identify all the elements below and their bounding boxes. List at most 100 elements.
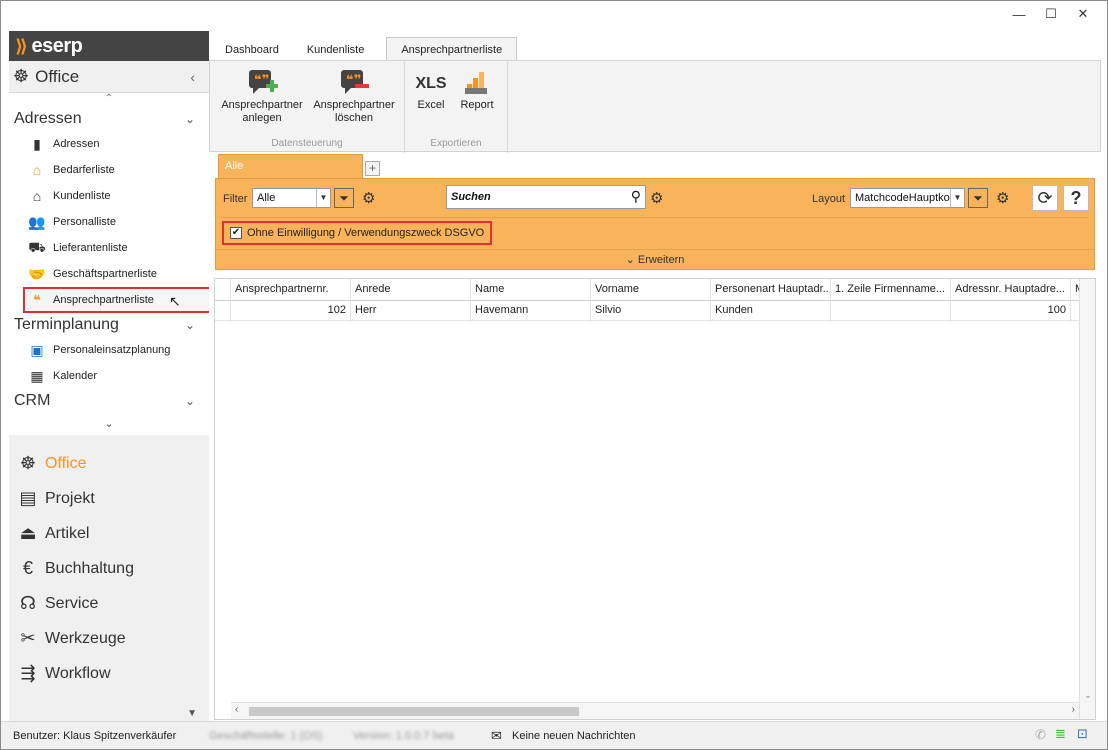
network-icon[interactable]: ⊡ [1077, 726, 1088, 742]
cell-adressnr: 100 [951, 301, 1071, 322]
sidebar-item-label: Adressen [53, 138, 100, 150]
mouse-cursor-icon: ↖ [169, 293, 181, 309]
sidebar-item-label: Bedarferliste [53, 164, 115, 176]
close-button[interactable]: ✕ [1067, 5, 1099, 23]
contacts-grid: Ansprechpartnernr. Anrede Name Vorname P… [214, 278, 1096, 720]
sidebar-item-lieferantenliste[interactable]: ⛟ Lieferantenliste [9, 235, 209, 261]
help-button[interactable]: ? [1063, 185, 1089, 211]
sidebar-item-bedarferliste[interactable]: ⌂ Bedarferliste [9, 157, 209, 183]
project-grid-icon: ▤ [19, 488, 37, 508]
euro-icon: € [22, 558, 33, 578]
button-label: Report [460, 99, 494, 111]
tab-kundenliste[interactable]: Kundenliste [293, 39, 379, 61]
layout-select[interactable]: MatchcodeHauptko ▼ [850, 188, 965, 208]
search-input[interactable]: Suchen ⚲ [446, 185, 646, 209]
filter-funnel-button[interactable]: ⏷ [334, 188, 354, 208]
module-artikel[interactable]: ⏏ Artikel [9, 516, 209, 551]
module-office[interactable]: ☸ Office [9, 446, 209, 481]
section-crm[interactable]: CRM ⌄ [9, 389, 209, 413]
chevron-down-icon: ⌄ [625, 254, 635, 266]
status-messages[interactable]: Keine neuen Nachrichten [512, 730, 636, 742]
column-header[interactable]: Ansprechpartnernr. [231, 279, 351, 300]
scroll-down-icon[interactable]: ⌄ [1080, 690, 1095, 701]
scroll-left-icon[interactable]: ‹ [235, 704, 238, 715]
button-label: Excel [417, 99, 445, 111]
module-label: Buchhaltung [45, 559, 134, 577]
section-title: CRM [14, 392, 51, 409]
handshake-icon: 🤝 [28, 265, 46, 282]
phone-icon[interactable]: ✆ [1035, 727, 1046, 743]
delete-contact-button[interactable]: ❝❞ Ansprechpartner löschen [308, 67, 400, 125]
scrollbar-thumb[interactable] [249, 707, 579, 716]
row-indicator-header [215, 279, 231, 300]
search-icon: ⚲ [630, 188, 641, 204]
sidebar-item-label: Personalliste [53, 216, 116, 228]
sidebar-item-kundenliste[interactable]: ⌂ Kundenliste [9, 183, 209, 209]
chevron-down-icon: ⌄ [184, 318, 195, 332]
sidebar-item-personaleinsatzplanung[interactable]: ▣ Personaleinsatzplanung [9, 337, 209, 363]
vertical-scrollbar[interactable]: ⌄ [1079, 279, 1095, 719]
xls-icon: XLS [415, 74, 447, 92]
checkbox-checked-icon[interactable]: ✔ [230, 227, 242, 239]
horizontal-scrollbar[interactable]: ‹ › [231, 702, 1079, 719]
office-header[interactable]: ☸ Office ‹ [9, 61, 209, 93]
scroll-down-icon[interactable]: ⌄ [9, 417, 209, 430]
grid-header: Ansprechpartnernr. Anrede Name Vorname P… [215, 279, 1095, 301]
scroll-up-icon[interactable]: ⌃ [9, 93, 209, 107]
report-button[interactable]: Report [457, 67, 497, 112]
funnel-icon: ⏷ [973, 190, 983, 205]
modules-scroll-down-icon[interactable]: ▼ [9, 708, 209, 719]
module-workflow[interactable]: ⇶ Workflow [9, 656, 209, 691]
ship-wheel-icon: ☸ [19, 453, 37, 473]
scroll-right-icon[interactable]: › [1072, 704, 1075, 715]
row-indicator [215, 301, 231, 322]
tab-ansprechpartnerliste[interactable]: Ansprechpartnerliste [386, 37, 518, 61]
module-werkzeuge[interactable]: ✂ Werkzeuge [9, 621, 209, 656]
sidebar-item-ansprechpartnerliste[interactable]: ❝ Ansprechpartnerliste ↖ [23, 287, 209, 313]
report-chart-icon [465, 72, 487, 94]
house-icon: ⌂ [32, 162, 42, 178]
expand-button[interactable]: ⌄ Erweitern [216, 249, 1094, 269]
column-header[interactable]: Anrede [351, 279, 471, 300]
status-branch: Geschäftsstelle: 1 (OS) [209, 730, 323, 742]
column-header[interactable]: Vorname [591, 279, 711, 300]
house-dark-icon: ⌂ [32, 188, 42, 204]
filter-select[interactable]: Alle ▼ [252, 188, 331, 208]
sidebar-item-adressen[interactable]: ▮ Adressen [9, 131, 209, 157]
layout-funnel-button[interactable]: ⏷ [968, 188, 988, 208]
database-icon[interactable]: ≣ [1055, 726, 1066, 742]
status-bar: Benutzer: Klaus Spitzenverkäufer Geschäf… [1, 721, 1107, 749]
layout-settings-gear-icon[interactable]: ⚙ [996, 189, 1009, 207]
search-settings-gear-icon[interactable]: ⚙ [650, 189, 663, 207]
ship-wheel-icon: ☸ [13, 66, 30, 86]
section-terminplanung[interactable]: Terminplanung ⌄ [9, 313, 209, 337]
column-header[interactable]: 1. Zeile Firmenname... [831, 279, 951, 300]
checkbox-label: Ohne Einwilligung / Verwendungszweck DSG… [247, 227, 485, 239]
column-header[interactable]: Personenart Hauptadr... [711, 279, 831, 300]
tab-alle[interactable]: Alle [218, 154, 363, 178]
minimize-button[interactable]: — [1003, 5, 1035, 23]
module-projekt[interactable]: ▤ Projekt [9, 481, 209, 516]
refresh-button[interactable]: ⟳ [1032, 185, 1058, 211]
cell-name: Havemann [471, 301, 591, 322]
sidebar-item-kalender[interactable]: ▦ Kalender [9, 363, 209, 389]
table-row[interactable]: 102 Herr Havemann Silvio Kunden 100 [215, 301, 1095, 322]
module-buchhaltung[interactable]: € Buchhaltung [9, 551, 209, 586]
dropdown-arrow-icon: ▼ [316, 189, 330, 207]
add-tab-button[interactable]: + [365, 161, 380, 176]
excel-export-button[interactable]: XLS Excel [413, 67, 449, 112]
filter-settings-gear-icon[interactable]: ⚙ [362, 189, 375, 207]
column-header[interactable]: Name [471, 279, 591, 300]
dsgvo-filter-checkbox[interactable]: ✔ Ohne Einwilligung / Verwendungszweck D… [222, 221, 493, 245]
splitter-grip[interactable]: :::::::: [9, 432, 209, 435]
sidebar-item-geschaeftspartnerliste[interactable]: 🤝 Geschäftspartnerliste [9, 261, 209, 287]
sidebar-item-label: Lieferantenliste [53, 242, 128, 254]
module-service[interactable]: ☊ Service [9, 586, 209, 621]
collapse-chevron-icon[interactable]: ‹ [190, 69, 195, 85]
column-header[interactable]: Adressnr. Hauptadre... [951, 279, 1071, 300]
section-adressen[interactable]: Adressen ⌄ [9, 107, 209, 131]
sidebar-item-personalliste[interactable]: 👥 Personalliste [9, 209, 209, 235]
maximize-button[interactable]: ☐ [1035, 5, 1067, 23]
tab-dashboard[interactable]: Dashboard [211, 39, 293, 61]
add-contact-button[interactable]: ❝❞ Ansprechpartner anlegen [216, 67, 308, 125]
